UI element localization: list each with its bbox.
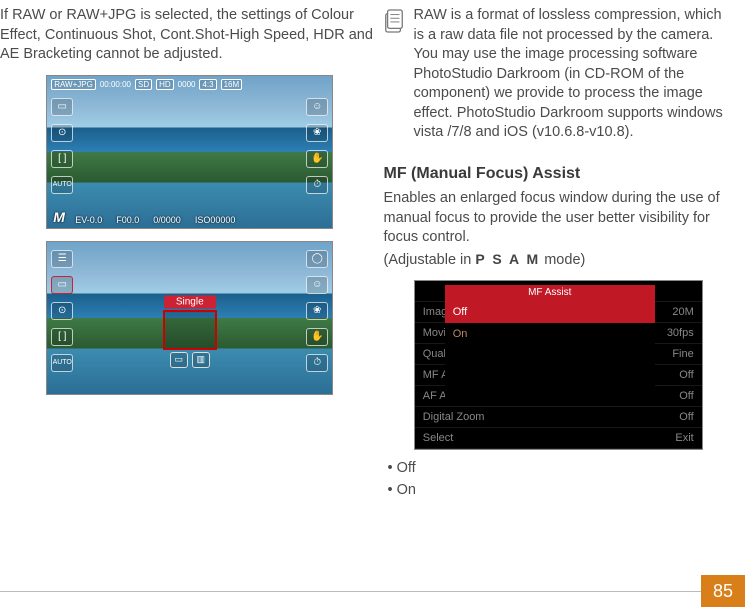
mf-assist-popup: MF Assist Off On	[445, 285, 655, 405]
camera1-topbar: RAW+JPG 00:00:00 SD HD 0000 4:3 16M	[51, 79, 328, 90]
ev-value: EV-0.0	[75, 215, 102, 225]
mf-assist-body: Enables an enlarged focus window during …	[383, 189, 733, 248]
mode-m-letter: M	[53, 209, 65, 225]
mode-glyph: P S A M	[475, 251, 540, 267]
camera-preview-2: ☰ ▭ ⊙ [ ] AUTO ◯ ☺ ❀ ✋ ⏱ Single ▭ ▥	[46, 241, 333, 395]
macro-icon: ❀	[306, 302, 328, 320]
bullet-off: • Off	[387, 460, 733, 476]
timer-icon: ⏱	[306, 176, 328, 194]
metering-icon: ⊙	[51, 302, 73, 320]
mf-assist-heading: MF (Manual Focus) Assist	[383, 165, 733, 183]
mf-adjustable-suffix: mode)	[540, 252, 585, 268]
menu-icon: ☰	[51, 250, 73, 268]
menu-bg-label-6: Digital Zoom	[423, 411, 485, 423]
stabilizer-icon: ✋	[306, 150, 328, 168]
metering-icon: ⊙	[51, 124, 73, 142]
awb-icon: AUTO	[51, 176, 73, 194]
single-shot-small-icon: ▭	[170, 352, 188, 368]
macro-icon: ❀	[306, 124, 328, 142]
sd-badge: SD	[135, 79, 152, 90]
burst-small-icon: ▥	[192, 352, 210, 368]
iso-value: ISO00000	[195, 215, 236, 225]
mf-adjustable-prefix: (Adjustable in	[383, 252, 475, 268]
menu-bg-value-3: Fine	[672, 348, 693, 360]
mf-assist-menu: Image Size20M Movie Size30fps QualityFin…	[414, 280, 703, 450]
mf-popup-spacer	[445, 345, 655, 405]
camera1-bottombar: EV-0.0 F00.0 0/0000 ISO00000	[75, 215, 326, 225]
mf-popup-title: MF Assist	[445, 285, 655, 301]
rawjpg-badge: RAW+JPG	[51, 79, 96, 90]
page-number: 85	[701, 575, 745, 607]
awb-icon: AUTO	[51, 354, 73, 372]
face-icon: ☺	[306, 98, 328, 116]
stabilizer-icon: ✋	[306, 328, 328, 346]
bullet-on: • On	[387, 482, 733, 498]
menu-bg-value-2: 30fps	[667, 327, 694, 339]
mp-badge: 16M	[221, 79, 243, 90]
face-icon: ☺	[306, 276, 328, 294]
camera1-right-icons: ☺ ❀ ✋ ⏱	[306, 98, 328, 194]
focus-frame	[163, 310, 217, 350]
mf-adjustable-line: (Adjustable in P S A M mode)	[383, 250, 733, 271]
menu-bg-value-5: Off	[679, 390, 693, 402]
camera1-left-icons: ▭ ⊙ [ ] AUTO	[51, 98, 73, 194]
raw-note-text: RAW is a format of lossless compression,…	[413, 6, 733, 143]
af-area-icon: [ ]	[51, 328, 73, 346]
menu-bg-value-4: Off	[679, 369, 693, 381]
footer-divider	[0, 591, 701, 592]
aspect-badge: 4:3	[199, 79, 216, 90]
menu-bg-value-7: Exit	[675, 432, 693, 444]
menu-bg-value-1: 20M	[672, 306, 693, 318]
mf-option-on[interactable]: On	[445, 323, 655, 345]
circle-icon: ◯	[306, 250, 328, 268]
note-icon	[383, 8, 405, 34]
hd-badge: HD	[156, 79, 174, 90]
single-shot-icon: ▭	[51, 98, 73, 116]
single-shot-icon: ▭	[51, 276, 73, 294]
single-mode-label: Single	[164, 296, 216, 309]
camera2-sub-icons: ▭ ▥	[170, 352, 210, 368]
camera2-left-icons: ☰ ▭ ⊙ [ ] AUTO	[51, 250, 73, 372]
af-area-icon: [ ]	[51, 150, 73, 168]
menu-bg-label-7: Select	[423, 432, 454, 444]
mf-option-off[interactable]: Off	[445, 301, 655, 323]
camera2-right-icons: ◯ ☺ ❀ ✋ ⏱	[306, 250, 328, 372]
camera-preview-1: RAW+JPG 00:00:00 SD HD 0000 4:3 16M ▭ ⊙ …	[46, 75, 333, 229]
timer-icon: ⏱	[306, 354, 328, 372]
raw-intro-text: If RAW or RAW+JPG is selected, the setti…	[0, 6, 379, 65]
shot-count: 0000	[178, 80, 196, 89]
shutter-value: 0/0000	[153, 215, 181, 225]
menu-bg-value-6: Off	[679, 411, 693, 423]
f-value: F00.0	[116, 215, 139, 225]
rec-time: 00:00:00	[100, 80, 131, 89]
